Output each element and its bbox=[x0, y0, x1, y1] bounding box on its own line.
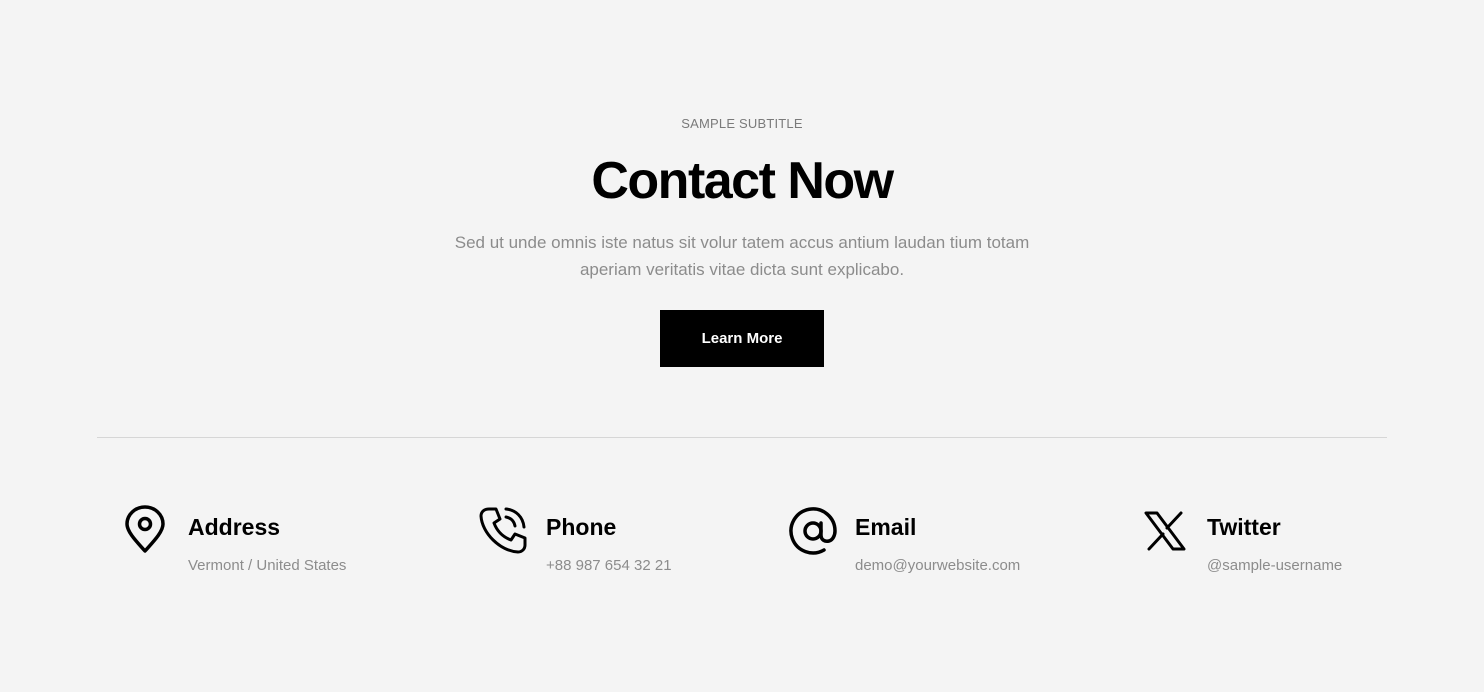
map-pin-icon bbox=[124, 505, 166, 560]
contact-label-email: Email bbox=[855, 514, 917, 540]
contact-label-address: Address bbox=[188, 514, 281, 540]
learn-more-button[interactable]: Learn More bbox=[660, 310, 824, 367]
section-divider bbox=[97, 437, 1387, 438]
section-subtitle: SAMPLE SUBTITLE bbox=[681, 116, 803, 131]
contact-label-phone: Phone bbox=[546, 514, 617, 540]
contact-value-email[interactable]: demo@yourwebsite.com bbox=[855, 556, 1020, 576]
page-title: Contact Now bbox=[591, 152, 894, 210]
contact-value-address: Vermont / United States bbox=[188, 557, 347, 574]
contact-label-twitter: Twitter bbox=[1207, 514, 1281, 540]
contact-value-twitter[interactable]: @sample-username bbox=[1207, 556, 1342, 576]
x-twitter-icon bbox=[1143, 505, 1187, 560]
phone-icon bbox=[479, 505, 527, 560]
section-description: Sed ut unde omnis iste natus sit volur t… bbox=[454, 233, 1030, 279]
at-sign-icon bbox=[789, 505, 837, 560]
contact-value-phone[interactable]: +88 987 654 32 21 bbox=[546, 556, 672, 576]
